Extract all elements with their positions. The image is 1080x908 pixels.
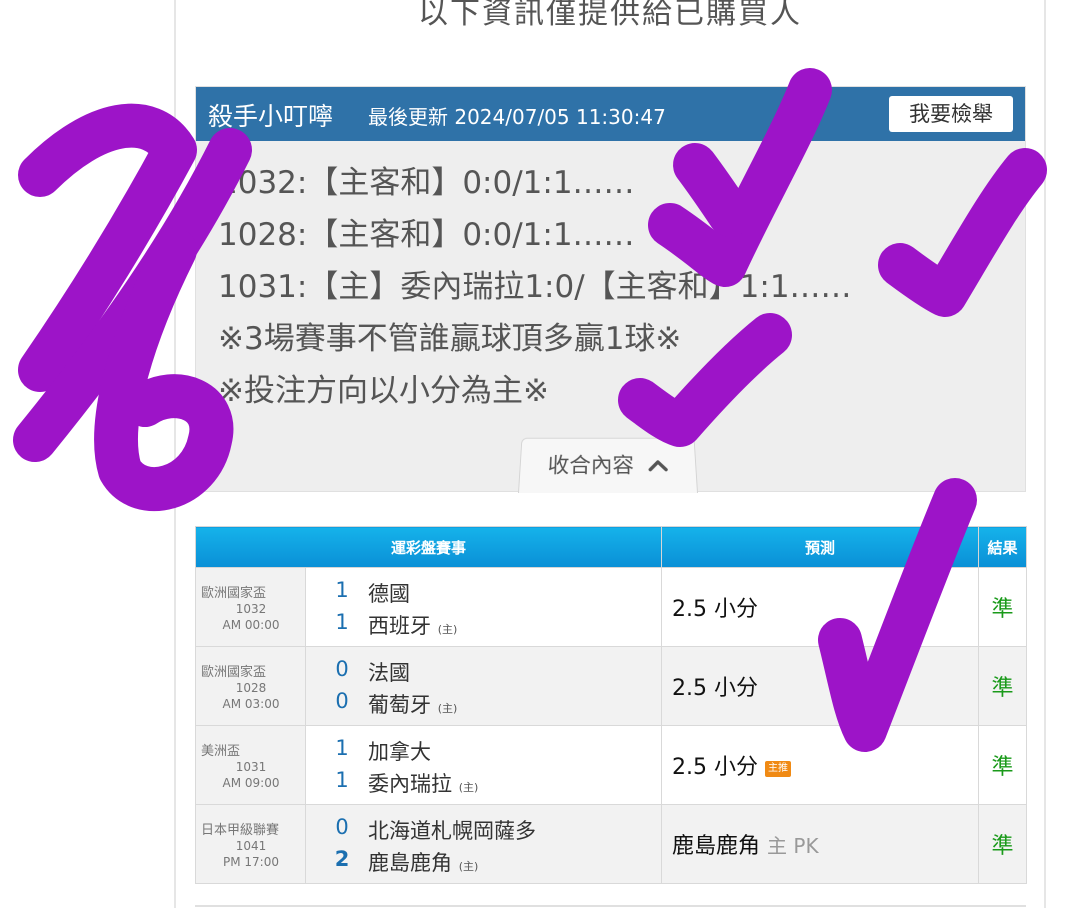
- away-team: 北海道札幌岡薩多: [368, 819, 536, 843]
- prediction-cell: 2.5 小分 主推: [661, 725, 980, 805]
- home-team-wrap: 鹿島鹿角 (主): [368, 847, 478, 877]
- result-cell: 準: [978, 646, 1028, 726]
- league-cell: 歐洲國家盃 1032 AM 00:00: [195, 567, 306, 647]
- featured-pick-badge: 主推: [765, 761, 791, 777]
- away-score: 1: [335, 736, 349, 760]
- article-header: 殺手小叮嚀 最後更新 2024/07/05 11:30:47 我要檢舉: [196, 87, 1025, 141]
- column-header-prediction: 預測: [661, 526, 980, 568]
- away-team: 法國: [368, 661, 410, 685]
- article-body: 1032:【主客和】0:0/1:1…… 1028:【主客和】0:0/1:1…… …: [218, 157, 1013, 417]
- table-row[interactable]: 日本甲級聯賽 1041 PM 17:00 0 北海道札幌岡薩多 2 鹿島鹿角 (…: [195, 804, 1028, 884]
- teams-cell: 0 法國 0 葡萄牙 (主): [304, 646, 663, 726]
- article-card: 殺手小叮嚀 最後更新 2024/07/05 11:30:47 我要檢舉 1032…: [195, 86, 1026, 496]
- handwritten-four: [18, 103, 197, 392]
- away-team: 加拿大: [368, 740, 431, 764]
- away-team: 德國: [368, 582, 410, 606]
- collapse-label: 收合內容: [547, 454, 635, 479]
- away-score: 0: [335, 657, 349, 681]
- teams-cell: 1 德國 1 西班牙 (主): [304, 567, 663, 647]
- article-line: 1031:【主】委內瑞拉1:0/【主客和】1:1……: [218, 269, 852, 305]
- column-header-match: 運彩盤賽事: [194, 526, 663, 568]
- home-score: 2: [334, 847, 350, 871]
- home-team-wrap: 委內瑞拉 (主): [368, 768, 478, 798]
- table-row[interactable]: 美洲盃 1031 AM 09:00 1 加拿大 1 委內瑞拉 (主) 2.5 小…: [195, 725, 1028, 805]
- author-name[interactable]: 殺手小叮嚀: [208, 97, 333, 133]
- home-score: 0: [335, 689, 349, 713]
- league-cell: 日本甲級聯賽 1041 PM 17:00: [195, 804, 306, 884]
- purchaser-notice: 以下資訊僅提供給已購買人: [418, 0, 802, 31]
- report-button[interactable]: 我要檢舉: [889, 96, 1013, 132]
- away-score: 1: [335, 578, 349, 602]
- league-name: 美洲盃: [201, 744, 241, 759]
- prediction-text: 2.5 小分: [672, 597, 758, 622]
- prediction-text: 鹿島鹿角: [672, 834, 761, 859]
- home-team-wrap: 西班牙 (主): [368, 610, 457, 640]
- game-time: AM 00:00: [222, 618, 280, 632]
- league-name: 歐洲國家盃: [201, 586, 267, 601]
- table-row[interactable]: 歐洲國家盃 1028 AM 03:00 0 法國 0 葡萄牙 (主) 2.5 小…: [195, 646, 1028, 726]
- teams-cell: 0 北海道札幌岡薩多 2 鹿島鹿角 (主): [304, 804, 663, 884]
- home-team: 西班牙: [368, 614, 431, 638]
- column-header-result: 結果: [978, 526, 1028, 568]
- game-time: AM 09:00: [222, 776, 280, 790]
- home-marker: (主): [458, 781, 479, 794]
- prediction-extra: 主 PK: [767, 834, 819, 858]
- home-team-wrap: 葡萄牙 (主): [368, 689, 457, 719]
- collapse-content-button[interactable]: 收合內容: [518, 437, 698, 496]
- home-team: 委內瑞拉: [368, 772, 452, 796]
- game-time: AM 03:00: [222, 697, 280, 711]
- home-team: 葡萄牙: [368, 693, 431, 717]
- teams-cell: 1 加拿大 1 委內瑞拉 (主): [304, 725, 663, 805]
- last-updated: 最後更新 2024/07/05 11:30:47: [368, 105, 666, 129]
- article-line: 1028:【主客和】0:0/1:1……: [218, 217, 635, 253]
- game-time: PM 17:00: [223, 855, 279, 869]
- game-number: 1031: [235, 760, 267, 774]
- home-score: 1: [335, 610, 349, 634]
- prediction-cell: 2.5 小分: [661, 567, 980, 647]
- home-marker: (主): [458, 860, 479, 873]
- article-line: ※3場賽事不管誰贏球頂多贏1球※: [218, 321, 682, 357]
- result-cell: 準: [978, 725, 1028, 805]
- chevron-up-icon: [640, 439, 669, 496]
- divider: [195, 905, 1026, 907]
- league-name: 歐洲國家盃: [201, 665, 267, 680]
- home-marker: (主): [437, 623, 458, 636]
- game-number: 1041: [235, 839, 267, 853]
- home-score: 1: [335, 768, 349, 792]
- league-name: 日本甲級聯賽: [201, 823, 280, 838]
- prediction-table: 運彩盤賽事 預測 結果 歐洲國家盃 1032 AM 00:00 1 德國 1 西…: [194, 526, 1028, 884]
- away-score: 0: [335, 815, 349, 839]
- league-cell: 歐洲國家盃 1028 AM 03:00: [195, 646, 306, 726]
- prediction-cell: 2.5 小分: [661, 646, 980, 726]
- game-number: 1028: [235, 681, 267, 695]
- game-number: 1032: [235, 602, 267, 616]
- article-line: 1032:【主客和】0:0/1:1……: [218, 165, 635, 201]
- prediction-text: 2.5 小分: [672, 755, 758, 780]
- prediction-text: 2.5 小分: [672, 676, 758, 701]
- home-marker: (主): [437, 702, 458, 715]
- home-team: 鹿島鹿角: [368, 851, 452, 875]
- league-cell: 美洲盃 1031 AM 09:00: [195, 725, 306, 805]
- result-cell: 準: [978, 804, 1028, 884]
- table-row[interactable]: 歐洲國家盃 1032 AM 00:00 1 德國 1 西班牙 (主) 2.5 小…: [195, 567, 1028, 647]
- prediction-cell: 鹿島鹿角 主 PK: [661, 804, 980, 884]
- article-line: ※投注方向以小分為主※: [218, 373, 549, 409]
- result-cell: 準: [978, 567, 1028, 647]
